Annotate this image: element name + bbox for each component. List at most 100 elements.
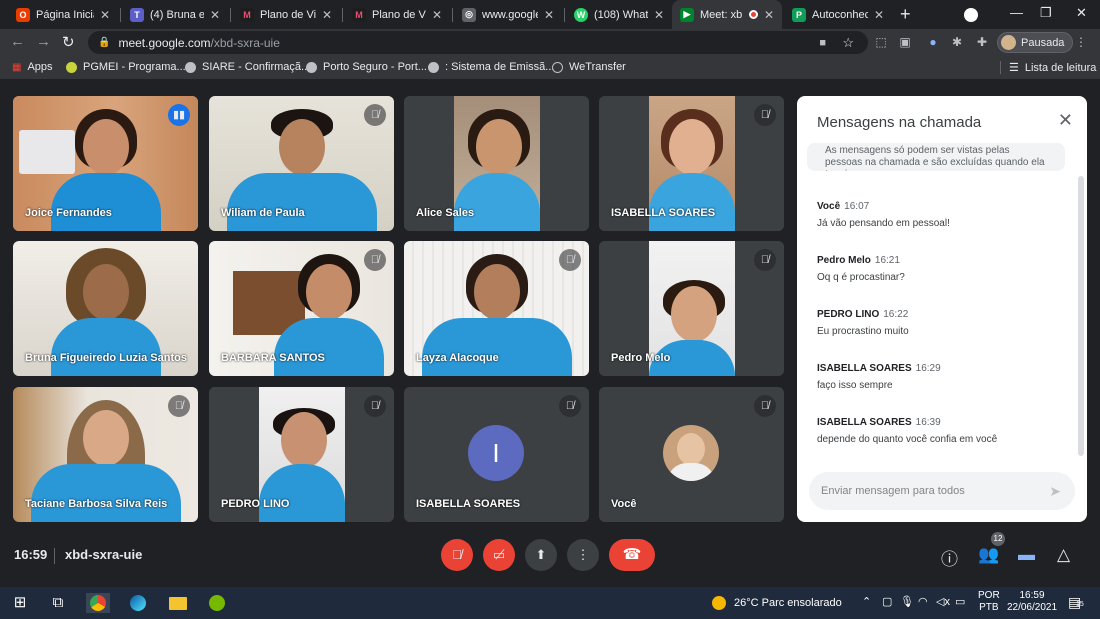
tab-separator: [342, 8, 343, 22]
menu-dots-icon[interactable]: ⋮: [1074, 35, 1088, 49]
chat-input[interactable]: Enviar mensagem para todos ➤: [809, 472, 1075, 510]
leave-call-button[interactable]: ☎: [609, 539, 655, 571]
chevron-up-icon[interactable]: ⌃: [862, 595, 871, 608]
mic-toggle-button[interactable]: 🎙̸: [441, 539, 473, 571]
tab-0[interactable]: OPágina Inicial✕: [8, 0, 118, 29]
camera-off-icon: ▭̸: [492, 547, 506, 562]
participant-tile[interactable]: I 🎙̸ ISABELLA SOARES: [404, 387, 589, 522]
people-button[interactable]: 👥: [978, 545, 999, 565]
bookmark-pgmei[interactable]: PGMEI - Programa...: [66, 61, 186, 73]
reload-icon[interactable]: ↻: [62, 33, 75, 51]
bookmark-apps[interactable]: ▦ Apps: [12, 61, 53, 73]
battery-icon[interactable]: ▭: [955, 595, 965, 608]
tab-3[interactable]: MPlano de Vide✕: [344, 0, 450, 29]
forward-icon[interactable]: →: [36, 33, 51, 50]
participant-tile-self[interactable]: 🎙̸ Você: [599, 387, 784, 522]
close-window-button[interactable]: ✕: [1076, 5, 1087, 21]
close-icon[interactable]: ✕: [322, 8, 332, 22]
extension-icon[interactable]: ●: [926, 35, 940, 49]
participant-tile[interactable]: 🎙̸ Taciane Barbosa Silva Reis: [13, 387, 198, 522]
tab-1[interactable]: T(4) Bruna e Eli✕: [122, 0, 228, 29]
bookmark-siare[interactable]: SIARE - Confirmaçã...: [185, 61, 310, 73]
extension-icon[interactable]: ▣: [898, 35, 912, 49]
participant-tile[interactable]: 🎙̸ Wiliam de Paula: [209, 96, 394, 231]
participant-tile[interactable]: 🎙̸ PEDRO LINO: [209, 387, 394, 522]
minimize-button[interactable]: —: [1010, 5, 1023, 20]
chat-icon: ▬: [1018, 545, 1035, 564]
tab-5[interactable]: W(108) WhatsA✕: [566, 0, 672, 29]
globe-icon: [428, 61, 439, 73]
puzzle-icon[interactable]: ✚: [975, 35, 989, 49]
camera-icon[interactable]: ■: [819, 37, 826, 49]
reading-list[interactable]: ☰ Lista de leitura: [1000, 61, 1096, 74]
back-icon[interactable]: ←: [10, 33, 25, 50]
bookmark-star-icon[interactable]: ☆: [842, 35, 854, 51]
participant-tile[interactable]: 🎙̸ BARBARA SANTOS: [209, 241, 394, 376]
mic-off-icon: 🎙̸: [364, 395, 386, 417]
volume-icon[interactable]: ◁x: [936, 595, 950, 608]
camera-toggle-button[interactable]: ▭̸: [483, 539, 515, 571]
participant-name: Pedro Melo: [611, 352, 671, 364]
settings-extension-icon[interactable]: ✱: [950, 35, 964, 49]
more-vert-icon: ⋮: [576, 547, 590, 562]
system-clock[interactable]: 16:59 22/06/2021: [1006, 590, 1058, 614]
participant-tile[interactable]: 🎙̸ Layza Alacoque: [404, 241, 589, 376]
address-bar[interactable]: 🔒 meet.google.com/xbd-sxra-uie ■ ☆: [88, 31, 868, 54]
chat-message: PEDRO LINO 16:22 Eu procrastino muito: [817, 309, 909, 337]
notification-center-icon[interactable]: ▤ 15: [1068, 594, 1084, 611]
present-screen-button[interactable]: ⬆: [525, 539, 557, 571]
file-explorer-icon[interactable]: [168, 593, 188, 613]
tab-6-active[interactable]: ▶ Meet: xb ✕: [672, 0, 782, 29]
meet-tray-icon[interactable]: ▢: [882, 595, 892, 608]
utorrent-icon[interactable]: [207, 593, 227, 613]
close-icon[interactable]: ✕: [432, 8, 442, 22]
globe-icon: ◎: [462, 7, 476, 22]
meeting-details-button[interactable]: ⓘ: [941, 545, 958, 570]
participant-tile[interactable]: 🎙̸ ISABELLA SOARES: [599, 96, 784, 231]
participant-tile[interactable]: Alice Sales: [404, 96, 589, 231]
bookmark-porto[interactable]: Porto Seguro - Port...: [306, 61, 427, 73]
participant-tile[interactable]: 🎙̸ Pedro Melo: [599, 241, 784, 376]
send-icon[interactable]: ➤: [1049, 483, 1061, 500]
globe-icon: [306, 61, 317, 73]
chat-scrollbar[interactable]: [1078, 176, 1084, 456]
close-icon[interactable]: ✕: [764, 8, 774, 22]
chat-message: ISABELLA SOARES 16:29 faço isso sempre: [817, 363, 941, 391]
mic-off-icon: 🎙̸: [754, 395, 776, 417]
wifi-icon[interactable]: ◠: [918, 595, 928, 608]
close-icon[interactable]: ✕: [654, 8, 664, 22]
chrome-taskbar-icon[interactable]: [86, 593, 110, 613]
microphone-tray-icon[interactable]: 🎙: [900, 595, 914, 608]
restore-button[interactable]: ❐: [1040, 5, 1052, 21]
weather-widget[interactable]: 26°C Parc ensolarado: [712, 596, 842, 610]
tab-2[interactable]: MPlano de Vide✕: [232, 0, 340, 29]
sun-icon: [712, 596, 726, 610]
participant-tile[interactable]: ▮▮ Joice Fernandes: [13, 96, 198, 231]
more-options-button[interactable]: ⋮: [567, 539, 599, 571]
participant-name: PEDRO LINO: [221, 498, 290, 510]
participant-name: Wiliam de Paula: [221, 207, 305, 219]
profile-button[interactable]: Pausada: [997, 32, 1074, 53]
tab-7[interactable]: PAutoconhecir✕: [784, 0, 892, 29]
mic-off-icon: 🎙̸: [452, 547, 462, 562]
bookmark-wetransfer[interactable]: WeTransfer: [552, 61, 626, 73]
close-icon[interactable]: ✕: [544, 8, 554, 22]
edge-taskbar-icon[interactable]: [128, 593, 148, 613]
chat-button[interactable]: ▬: [1018, 545, 1035, 565]
close-icon[interactable]: ✕: [874, 8, 884, 22]
mic-off-icon: 🎙̸: [168, 395, 190, 417]
close-icon[interactable]: ✕: [100, 8, 110, 22]
present-icon: ⬆: [535, 547, 547, 562]
task-view-icon[interactable]: ⧉: [48, 593, 68, 613]
windows-start-icon[interactable]: ⊞: [10, 593, 30, 613]
bookmark-sistema[interactable]: : Sistema de Emissã...: [428, 61, 554, 73]
close-icon[interactable]: ✕: [210, 8, 220, 22]
tab-4[interactable]: ◎www.google.✕: [454, 0, 562, 29]
participant-tile[interactable]: Bruna Figueiredo Luzia Santos: [13, 241, 198, 376]
new-tab-button[interactable]: +: [900, 4, 911, 25]
close-icon[interactable]: ✕: [1058, 110, 1073, 131]
extension-icon[interactable]: ⬚: [874, 35, 888, 49]
activities-button[interactable]: △: [1057, 545, 1070, 565]
language-indicator[interactable]: POR PTB: [978, 590, 1000, 614]
tab-search-icon[interactable]: [964, 8, 978, 22]
